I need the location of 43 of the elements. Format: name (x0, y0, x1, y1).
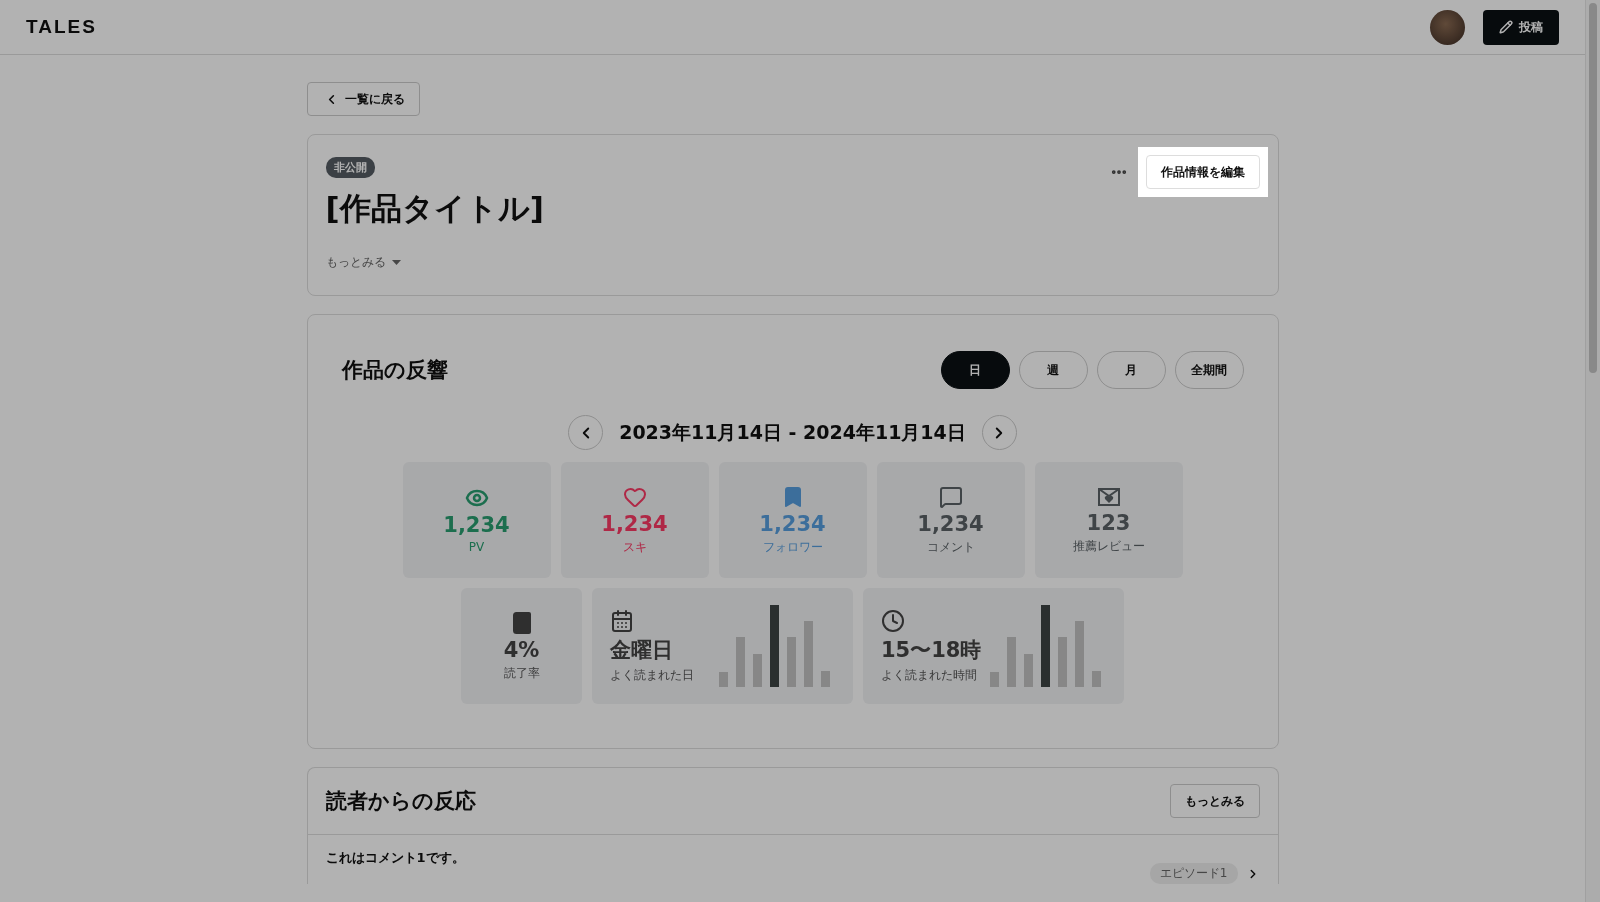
status-badge: 非公開 (325, 157, 375, 178)
caret-down-icon (391, 260, 401, 265)
clock-icon (881, 608, 905, 633)
stat-value: 1,234 (917, 511, 984, 536)
section-title: 読者からの反応 (325, 788, 476, 815)
stat-value: 123 (1086, 510, 1131, 535)
back-button[interactable]: 一覧に戻る (306, 82, 420, 116)
logo[interactable]: TALES (26, 16, 97, 38)
stat-label: スキ (622, 538, 647, 556)
section-title: 作品の反響 (341, 357, 448, 384)
insight-value: 金曜日 (610, 636, 673, 664)
stat-value: 1,234 (443, 513, 510, 537)
more-button[interactable]: もっとみる (1169, 784, 1260, 818)
heart-envelope-icon (1096, 485, 1121, 508)
more-toggle[interactable]: もっとみる (325, 254, 401, 271)
stat-value: 1,234 (759, 511, 826, 536)
scrollbar[interactable] (1585, 0, 1600, 902)
calendar-icon (610, 608, 634, 633)
insight-label: よく読まれた時間 (881, 666, 977, 684)
date-range: 2023年11月14日 - 2024年11月14日 (619, 419, 966, 445)
edit-button[interactable]: 作品情報を編集 (1145, 155, 1260, 189)
stat-label: 推薦レビュー (1072, 537, 1145, 555)
pencil-icon (1499, 20, 1513, 34)
insight-label: 読了率 (503, 664, 540, 682)
speech-bubble-icon (938, 484, 963, 509)
insight-value: 15〜18時 (881, 636, 982, 664)
next-button[interactable] (981, 415, 1017, 450)
previous-button[interactable] (568, 415, 604, 450)
insight-value: 4% (503, 637, 540, 662)
comment-text: これはコメント1です。 (325, 849, 465, 867)
stat-label: コメント (926, 538, 975, 556)
stat-value: 1,234 (601, 511, 668, 536)
stat-label: PV (468, 540, 485, 554)
episode-tag[interactable]: エピソード1 (1149, 863, 1238, 884)
stat-label: フォロワー (762, 538, 823, 556)
period-tab[interactable]: 全期間 (1174, 351, 1244, 389)
avatar[interactable] (1430, 9, 1465, 45)
insight-label: よく読まれた日 (610, 666, 694, 684)
period-tab[interactable]: 週 (1018, 351, 1088, 389)
period-tab[interactable]: 日 (940, 351, 1010, 389)
work-title: [作品タイトル] (325, 189, 544, 228)
post-button[interactable]: 投稿 (1483, 9, 1559, 45)
period-tab[interactable]: 月 (1096, 351, 1166, 389)
